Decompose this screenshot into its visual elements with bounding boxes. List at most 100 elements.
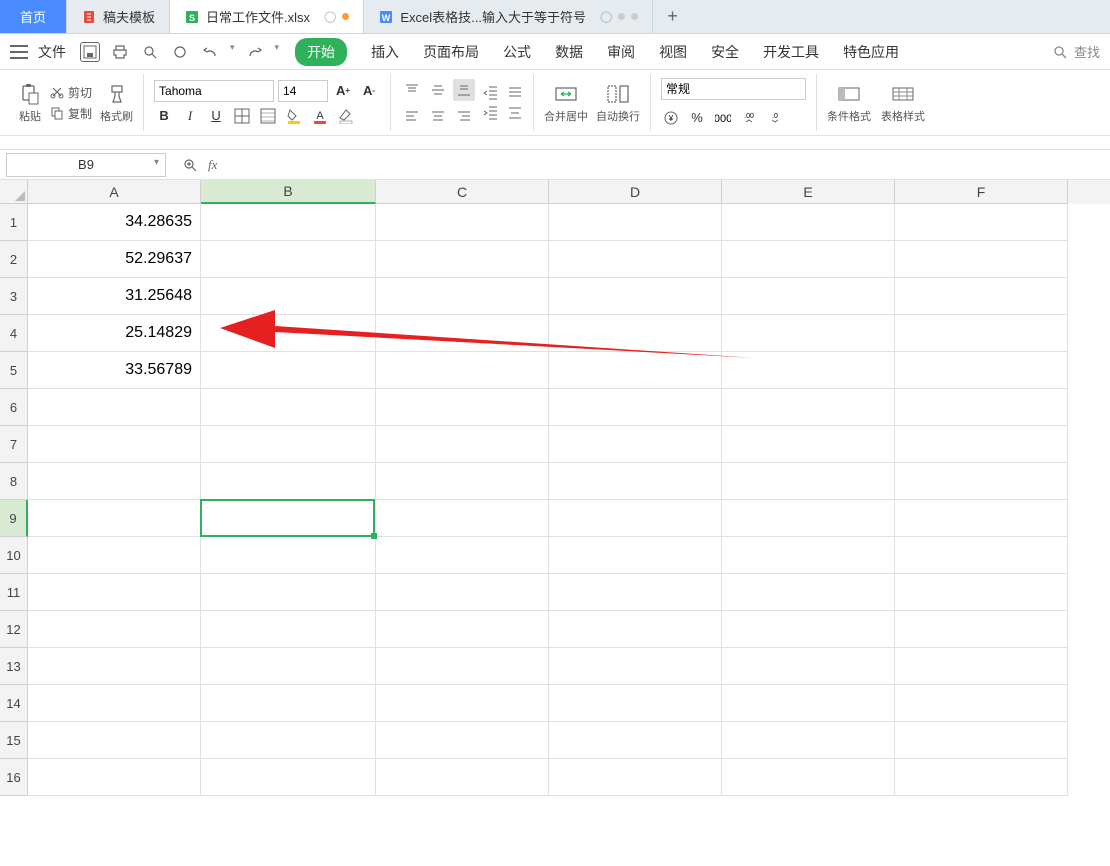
cell-D15[interactable]	[549, 722, 722, 759]
cell-C11[interactable]	[376, 574, 549, 611]
cell-A8[interactable]	[28, 463, 201, 500]
format-painter-button[interactable]: 格式刷	[100, 82, 133, 124]
row-header-2[interactable]: 2	[0, 241, 28, 278]
cell-B9[interactable]	[201, 500, 376, 537]
print-icon[interactable]	[110, 42, 130, 62]
underline-button[interactable]: U	[206, 106, 226, 126]
tab-home[interactable]: 首页	[0, 0, 67, 33]
copy-button[interactable]: 复制	[50, 105, 92, 122]
cell-D16[interactable]	[549, 759, 722, 796]
cell-D10[interactable]	[549, 537, 722, 574]
cell-B12[interactable]	[201, 611, 376, 648]
cell-A15[interactable]	[28, 722, 201, 759]
cell-F8[interactable]	[895, 463, 1068, 500]
redo-dropdown[interactable]: ▾	[275, 42, 280, 62]
cell-B6[interactable]	[201, 389, 376, 426]
menu-page-layout[interactable]: 页面布局	[423, 42, 479, 62]
percent-button[interactable]: %	[687, 108, 707, 128]
row-header-8[interactable]: 8	[0, 463, 28, 500]
cell-D3[interactable]	[549, 278, 722, 315]
find-button[interactable]: 查找	[1052, 42, 1100, 61]
cell-D5[interactable]	[549, 352, 722, 389]
menu-formula[interactable]: 公式	[503, 42, 531, 62]
cell-C15[interactable]	[376, 722, 549, 759]
increase-font-button[interactable]: A+	[332, 80, 354, 102]
border-button[interactable]	[232, 106, 252, 126]
currency-button[interactable]: ¥	[661, 108, 681, 128]
merge-cells-button[interactable]: 合并居中	[544, 82, 588, 124]
align-left[interactable]	[401, 105, 423, 127]
row-header-12[interactable]: 12	[0, 611, 28, 648]
col-header-F[interactable]: F	[895, 180, 1068, 204]
cell-C8[interactable]	[376, 463, 549, 500]
cell-E2[interactable]	[722, 241, 895, 278]
cell-C16[interactable]	[376, 759, 549, 796]
menu-start[interactable]: 开始	[295, 38, 347, 66]
undo-icon[interactable]	[200, 42, 220, 62]
cell-C6[interactable]	[376, 389, 549, 426]
decrease-font-button[interactable]: A-	[358, 80, 380, 102]
cell-A5[interactable]: 33.56789	[28, 352, 201, 389]
fill-color-button[interactable]	[284, 106, 304, 126]
redo-icon[interactable]	[245, 42, 265, 62]
cell-F6[interactable]	[895, 389, 1068, 426]
table-format-button[interactable]: 表格样式	[881, 82, 925, 124]
cell-D14[interactable]	[549, 685, 722, 722]
select-all-corner[interactable]	[0, 180, 28, 204]
row-header-3[interactable]: 3	[0, 278, 28, 315]
cell-F2[interactable]	[895, 241, 1068, 278]
cell-B3[interactable]	[201, 278, 376, 315]
comma-button[interactable]: 000	[713, 108, 733, 128]
decrease-indent[interactable]	[483, 85, 499, 101]
cell-D7[interactable]	[549, 426, 722, 463]
cell-D12[interactable]	[549, 611, 722, 648]
align-middle[interactable]	[427, 79, 449, 101]
cell-D9[interactable]	[549, 500, 722, 537]
col-header-D[interactable]: D	[549, 180, 722, 204]
cell-B4[interactable]	[201, 315, 376, 352]
cell-A9[interactable]	[28, 500, 201, 537]
undo-dropdown[interactable]: ▾	[230, 42, 235, 62]
cell-B15[interactable]	[201, 722, 376, 759]
cell-D8[interactable]	[549, 463, 722, 500]
font-name-select[interactable]	[154, 80, 274, 102]
cell-B8[interactable]	[201, 463, 376, 500]
cell-F15[interactable]	[895, 722, 1068, 759]
name-box[interactable]: B9	[6, 153, 166, 177]
cell-C13[interactable]	[376, 648, 549, 685]
cell-A6[interactable]	[28, 389, 201, 426]
row-header-1[interactable]: 1	[0, 204, 28, 241]
fx-icon[interactable]: fx	[208, 157, 217, 173]
tab-excel-tips[interactable]: W Excel表格技...输入大于等于符号 ◯	[364, 0, 653, 33]
cell-A14[interactable]	[28, 685, 201, 722]
cell-B7[interactable]	[201, 426, 376, 463]
cell-C7[interactable]	[376, 426, 549, 463]
cell-F4[interactable]	[895, 315, 1068, 352]
cell-E9[interactable]	[722, 500, 895, 537]
cell-C14[interactable]	[376, 685, 549, 722]
tab-workfile[interactable]: S 日常工作文件.xlsx ◯	[170, 0, 364, 33]
cut-button[interactable]: 剪切	[50, 84, 92, 101]
row-header-7[interactable]: 7	[0, 426, 28, 463]
cell-F14[interactable]	[895, 685, 1068, 722]
row-header-6[interactable]: 6	[0, 389, 28, 426]
row-header-4[interactable]: 4	[0, 315, 28, 352]
cell-E8[interactable]	[722, 463, 895, 500]
cell-E16[interactable]	[722, 759, 895, 796]
italic-button[interactable]: I	[180, 106, 200, 126]
cell-A7[interactable]	[28, 426, 201, 463]
col-header-B[interactable]: B	[201, 180, 376, 204]
distribute-button[interactable]	[507, 105, 523, 121]
cell-B14[interactable]	[201, 685, 376, 722]
font-color-button[interactable]: A	[310, 106, 330, 126]
increase-decimal-button[interactable]: .00	[739, 108, 759, 128]
row-header-14[interactable]: 14	[0, 685, 28, 722]
comment-icon[interactable]: ◯	[324, 10, 336, 23]
save-icon[interactable]	[80, 42, 100, 62]
menu-dev-tools[interactable]: 开发工具	[763, 42, 819, 62]
cell-E1[interactable]	[722, 204, 895, 241]
cell-B10[interactable]	[201, 537, 376, 574]
cell-C12[interactable]	[376, 611, 549, 648]
bold-button[interactable]: B	[154, 106, 174, 126]
formula-input[interactable]	[227, 153, 1110, 177]
